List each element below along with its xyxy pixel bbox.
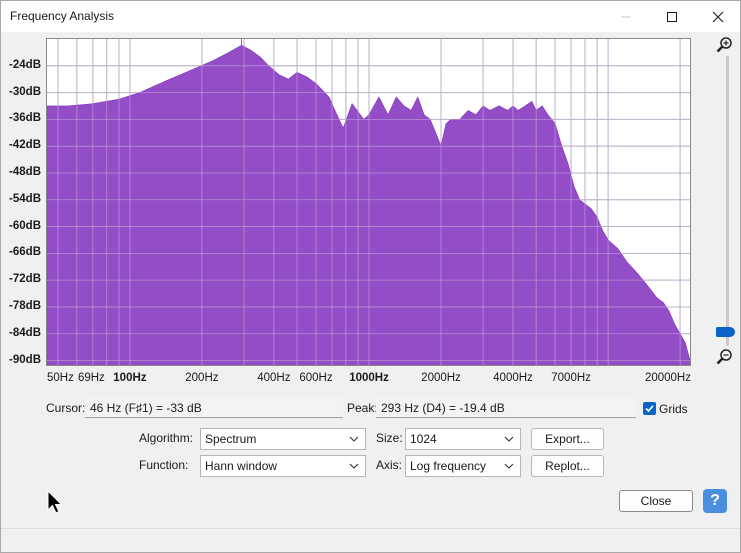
grids-label: Grids: [659, 402, 688, 416]
y-tick-label: -54dB: [9, 192, 41, 205]
peak-readout: 293 Hz (D4) = -19.4 dB: [376, 398, 636, 418]
x-tick-label: 7000Hz: [551, 372, 591, 384]
chevron-down-icon: [349, 436, 359, 442]
mouse-pointer-icon: [47, 490, 63, 514]
y-tick-label: -84dB: [9, 326, 41, 339]
y-tick-label: -36dB: [9, 112, 41, 125]
x-tick-label: 69Hz: [77, 372, 105, 384]
algorithm-select[interactable]: Spectrum: [200, 428, 366, 450]
title-bar: Frequency Analysis: [1, 1, 740, 32]
y-tick-label: -66dB: [9, 246, 41, 259]
size-select[interactable]: 1024: [405, 428, 521, 450]
maximize-button[interactable]: [649, 1, 695, 32]
x-tick-label: 600Hz: [299, 372, 333, 384]
spectrum-area: [47, 44, 690, 365]
x-tick-label: 4000Hz: [493, 372, 533, 384]
chevron-down-icon: [349, 463, 359, 469]
cursor-readout: 46 Hz (F♯1) = -33 dB: [85, 398, 343, 418]
close-button[interactable]: Close: [619, 490, 693, 512]
zoom-slider-track[interactable]: [726, 56, 729, 346]
size-label: Size:: [376, 431, 403, 445]
close-window-button[interactable]: [695, 1, 741, 32]
x-tick-label: 100Hz: [113, 372, 147, 384]
replot-button[interactable]: Replot...: [531, 455, 604, 477]
window-title: Frequency Analysis: [10, 9, 115, 23]
help-icon[interactable]: ?: [703, 489, 727, 513]
peak-label: Peak:: [347, 401, 378, 415]
function-label: Function:: [139, 458, 189, 472]
x-tick-label: 50Hz: [47, 372, 74, 384]
y-tick-label: -24dB: [9, 58, 41, 71]
algorithm-value: Spectrum: [205, 432, 257, 446]
x-tick-label: 2000Hz: [421, 372, 461, 384]
y-tick-label: -78dB: [9, 299, 41, 312]
chevron-down-icon: [504, 436, 514, 442]
axis-value: Log frequency: [410, 459, 487, 473]
x-tick-label: 400Hz: [257, 372, 291, 384]
size-value: 1024: [410, 432, 437, 446]
zoom-in-icon[interactable]: [715, 35, 735, 55]
spectrum-plot[interactable]: [46, 38, 691, 366]
export-button[interactable]: Export...: [531, 428, 604, 450]
checkmark-icon: [645, 405, 654, 413]
frequency-analysis-window: Frequency Analysis -24dB -30dB -36dB -42dB -…: [0, 0, 741, 553]
chevron-down-icon: [504, 463, 514, 469]
zoom-out-icon[interactable]: [715, 347, 735, 367]
spectrum-svg: [47, 39, 690, 365]
function-value: Hann window: [205, 459, 278, 473]
y-tick-label: -72dB: [9, 273, 41, 286]
axis-label: Axis:: [376, 458, 403, 472]
cursor-label: Cursor:: [46, 401, 86, 415]
y-tick-label: -60dB: [9, 219, 41, 232]
zoom-slider-thumb[interactable]: [716, 327, 735, 337]
x-tick-label: 20000Hz: [644, 372, 691, 384]
x-tick-label: 1000Hz: [349, 372, 389, 384]
status-separator: [1, 528, 740, 529]
close-icon: [712, 11, 724, 22]
algorithm-label: Algorithm:: [139, 431, 194, 445]
maximize-icon: [667, 11, 677, 22]
x-tick-label: 200Hz: [185, 372, 219, 384]
minimize-icon: [621, 16, 631, 17]
y-tick-label: -42dB: [9, 139, 41, 152]
y-tick-label: -90dB: [9, 353, 41, 366]
grids-checkbox[interactable]: [643, 402, 656, 415]
y-tick-label: -30dB: [9, 85, 41, 98]
function-select[interactable]: Hann window: [200, 455, 366, 477]
minimize-button[interactable]: [603, 1, 649, 32]
axis-select[interactable]: Log frequency: [405, 455, 521, 477]
y-tick-label: -48dB: [9, 165, 41, 178]
